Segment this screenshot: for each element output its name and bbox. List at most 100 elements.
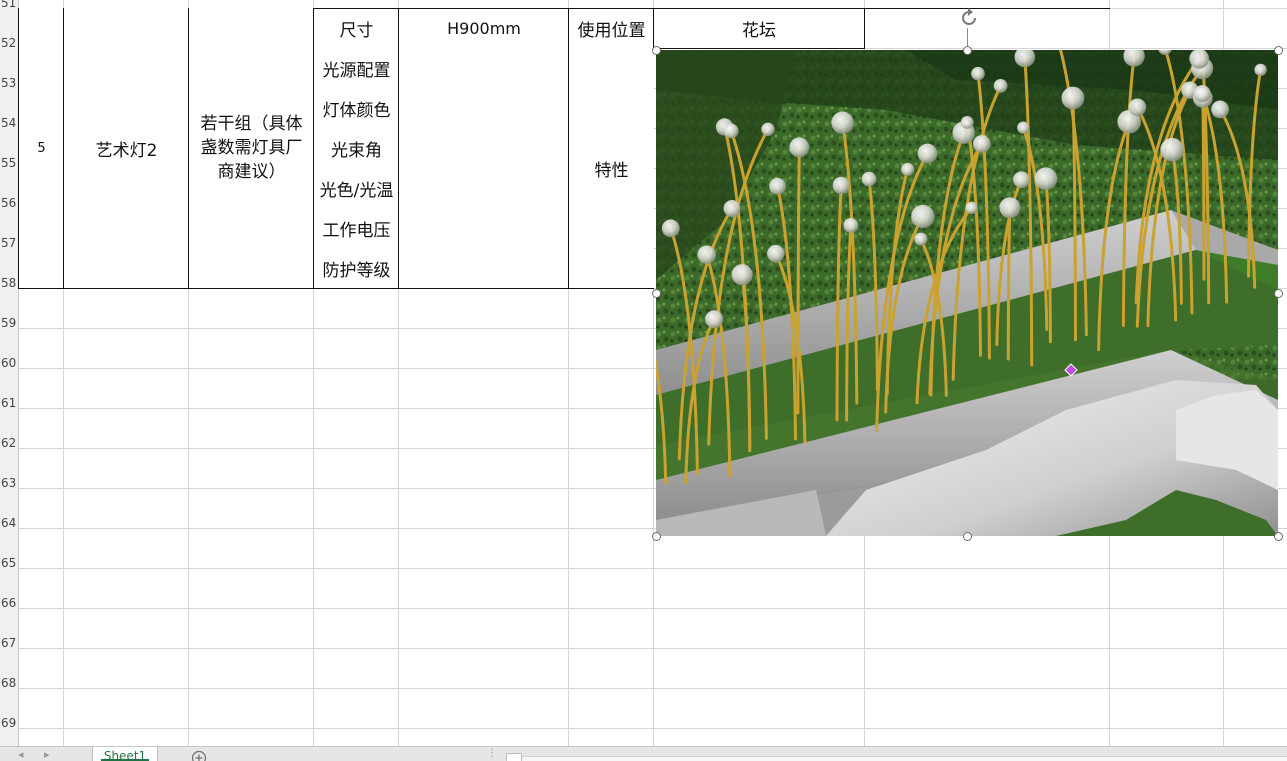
lamp-bulb (1254, 64, 1266, 76)
rotate-handle-stem (967, 28, 968, 46)
lamp-bulb (831, 112, 853, 134)
lamp-bulb (973, 135, 991, 153)
resize-handle-top[interactable] (963, 46, 972, 55)
lamp-bulb (767, 245, 784, 262)
cell-spec-label[interactable]: 防护等级 (313, 248, 399, 289)
lamp-bulb (761, 123, 774, 136)
lamp-bulb (724, 200, 741, 217)
resize-handle-top-right[interactable] (1274, 46, 1283, 55)
lamp-bulb (999, 197, 1020, 218)
lamp-stem (1008, 208, 1010, 359)
gridline-horizontal (18, 608, 1287, 609)
row-header[interactable]: 68 (0, 676, 17, 690)
lamp-bulb (732, 264, 753, 285)
row-header[interactable]: 62 (0, 436, 17, 450)
cell-spec-value[interactable] (398, 88, 569, 129)
cell-size-value[interactable]: H900mm (398, 8, 569, 49)
cell-quantity[interactable]: 若干组（具体盏数需灯具厂商建议） (188, 8, 314, 289)
split-box-icon[interactable]: ⋮ (487, 748, 497, 759)
lamp-bulb (1211, 101, 1229, 119)
cell-location-label[interactable]: 使用位置 (568, 8, 654, 49)
cell-spec-label[interactable]: 光束角 (313, 128, 399, 169)
row-header[interactable]: 64 (0, 516, 17, 530)
cell-size-label[interactable]: 尺寸 (313, 8, 399, 49)
gridline-horizontal (18, 688, 1287, 689)
lamp-bulb (1062, 87, 1085, 110)
embedded-garden-lamp-image[interactable] (656, 50, 1278, 536)
lamp-bulb (1160, 138, 1184, 162)
cell-spec-label[interactable]: 工作电压 (313, 208, 399, 249)
gridline-horizontal (18, 568, 1287, 569)
row-header[interactable]: 69 (0, 716, 17, 730)
cell-spec-label[interactable]: 灯体颜色 (313, 88, 399, 129)
worksheet-grid[interactable]: 51 52 53 54 55 56 57 58 59 60 61 62 63 64 65 66 67 68 69 5… (0, 0, 1287, 746)
tab-sheet1[interactable]: Sheet1 (92, 746, 158, 761)
resize-handle-bottom-left[interactable] (652, 532, 661, 541)
cell-characteristics[interactable]: 特性 (568, 48, 654, 289)
row-header[interactable]: 54 (0, 116, 17, 130)
lamp-bulb (862, 172, 877, 187)
row-header[interactable]: 65 (0, 556, 17, 570)
resize-handle-top-left[interactable] (652, 46, 661, 55)
lamp-bulb (971, 67, 985, 81)
cell-spec-value[interactable] (398, 48, 569, 89)
row-header[interactable]: 59 (0, 316, 17, 330)
gridline-horizontal (18, 728, 1287, 729)
lamp-bulb (724, 124, 739, 139)
lamp-bulb (769, 178, 786, 195)
cell-spec-value[interactable] (398, 248, 569, 289)
lamp-bulb (911, 205, 934, 228)
cell-spec-value[interactable] (398, 168, 569, 209)
cell-spec-value[interactable] (398, 208, 569, 249)
lamp-bulb (918, 144, 938, 164)
lamp-bulb (833, 177, 850, 194)
lamp-bulb (901, 163, 914, 176)
row-header[interactable]: 67 (0, 636, 17, 650)
row-header[interactable]: 58 (0, 276, 17, 290)
lamp-bulb (1017, 122, 1029, 134)
lamp-bulb (789, 137, 809, 157)
resize-handle-right[interactable] (1274, 289, 1283, 298)
scroll-right-icon[interactable]: ▸ (44, 748, 50, 761)
cell-spec-label[interactable]: 光源配置 (313, 48, 399, 89)
rotate-icon[interactable] (957, 6, 981, 30)
row-header[interactable]: 60 (0, 356, 17, 370)
cell-spec-value[interactable] (398, 128, 569, 169)
row-header[interactable]: 66 (0, 596, 17, 610)
cell-location-value[interactable]: 花坛 (653, 8, 865, 49)
cell-top-right-border (864, 8, 1110, 9)
row-header[interactable]: 61 (0, 396, 17, 410)
lamp-bulb (697, 245, 716, 264)
lamp-bulb (966, 202, 978, 214)
lamp-bulb (1013, 171, 1030, 188)
lamp-bulb (1129, 99, 1147, 117)
resize-handle-bottom-right[interactable] (1274, 532, 1283, 541)
lamp-stem (798, 147, 799, 413)
gridline-horizontal (18, 648, 1287, 649)
cell-spec-label[interactable]: 光色/光温 (313, 168, 399, 209)
scroll-left-icon[interactable]: ◂ (18, 748, 24, 761)
lamp-bulb (844, 218, 859, 233)
lamp-bulb (705, 310, 723, 328)
resize-handle-left[interactable] (652, 289, 661, 298)
lamp-bulb (662, 219, 680, 237)
row-header[interactable]: 55 (0, 156, 17, 170)
row-headers[interactable]: 51 52 53 54 55 56 57 58 59 60 61 62 63 64 65 66 67 68 69 (0, 0, 19, 746)
lamp-bulb (1194, 85, 1211, 102)
adjust-handle-icon[interactable] (1064, 363, 1078, 377)
row-header[interactable]: 51 (0, 0, 17, 10)
lamp-bulb (1035, 167, 1058, 190)
plus-circle-icon[interactable] (191, 750, 207, 761)
sheet-tab-bar: ◂ ▸ Sheet1 ⋮ (0, 746, 1287, 761)
row-header[interactable]: 63 (0, 476, 17, 490)
lamp-bulb (961, 116, 974, 129)
row-header[interactable]: 53 (0, 76, 17, 90)
lamp-bulb (994, 79, 1008, 93)
resize-handle-bottom[interactable] (963, 532, 972, 541)
horizontal-scrollbar[interactable] (522, 756, 1287, 761)
row-header[interactable]: 57 (0, 236, 17, 250)
row-header[interactable]: 52 (0, 36, 17, 50)
row-header[interactable]: 56 (0, 196, 17, 210)
cell-index[interactable]: 5 (18, 8, 64, 289)
cell-item-name[interactable]: 艺术灯2 (63, 8, 189, 289)
